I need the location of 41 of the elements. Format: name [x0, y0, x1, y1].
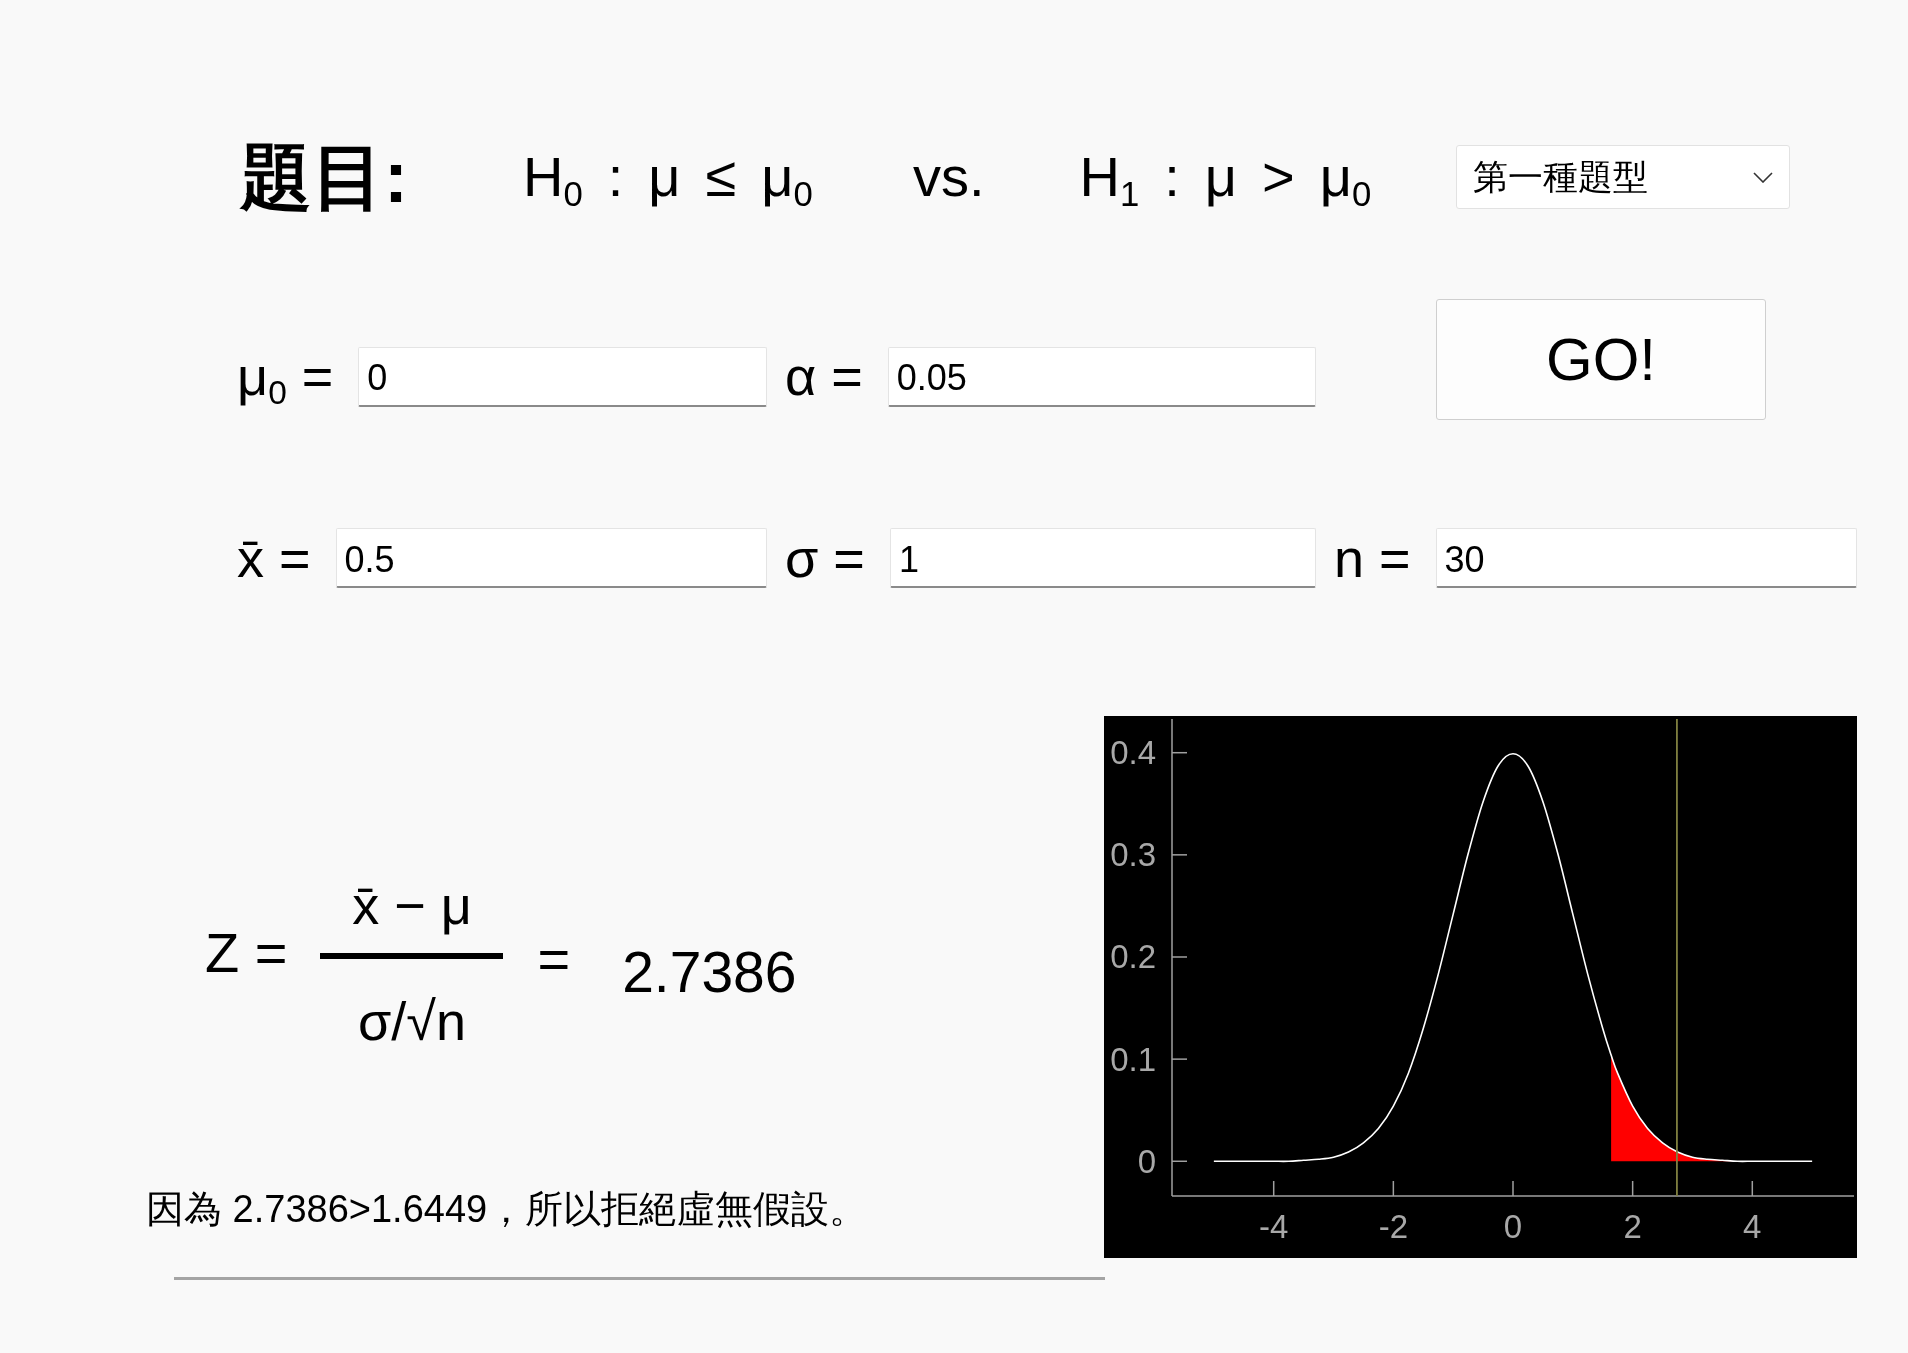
null-hypothesis-term: ≤ [705, 144, 737, 211]
z-value: 2.7386 [622, 938, 797, 1006]
x-tick-label: -4 [1259, 1207, 1289, 1245]
null-hypothesis-term: : [607, 144, 624, 211]
x-tick-label: 0 [1503, 1207, 1523, 1245]
alternative-hypothesis-term: H$_{1}$ [1079, 144, 1140, 211]
alternative-hypothesis-term: > [1262, 144, 1295, 211]
alternative-hypothesis-term: μ$_{0}$ [1319, 144, 1372, 211]
null-hypothesis-term: μ$_{0}$ [761, 144, 813, 211]
chevron-down-icon [1753, 171, 1774, 183]
input-field[interactable]: 0 [358, 346, 767, 407]
y-tick-label: 0.3 [1110, 836, 1156, 874]
question-type-select[interactable]: 第一種題型 [1456, 145, 1791, 209]
versus-text: vs. [912, 144, 985, 211]
null-hypothesis-term: μ [648, 144, 681, 211]
input-field[interactable]: 0.5 [335, 528, 767, 589]
parameter-label: x̄ = [237, 527, 311, 590]
input-field[interactable]: 0.05 [887, 346, 1316, 407]
x-tick-label: -2 [1378, 1207, 1408, 1245]
alternative-hypothesis-term: μ [1204, 144, 1238, 211]
conclusion-text: 因為 2.7386>1.6449，所以拒絕虛無假設。 [146, 1187, 868, 1233]
parameter-label: α = [785, 345, 863, 409]
y-tick-label: 0.4 [1110, 734, 1156, 771]
y-tick-label: 0 [1137, 1142, 1156, 1180]
parameter-label: σ = [785, 527, 865, 590]
equals-sign: = [537, 925, 571, 992]
x-tick-label: 2 [1623, 1207, 1642, 1245]
alternative-hypothesis-term: : [1164, 144, 1180, 211]
input-field[interactable]: 1 [889, 528, 1316, 589]
y-tick-label: 0.2 [1110, 938, 1156, 976]
x-tick-label: 4 [1743, 1207, 1762, 1245]
input-field[interactable]: 30 [1435, 528, 1857, 589]
parameter-label: n = [1334, 527, 1411, 590]
y-tick-label: 0.1 [1110, 1040, 1156, 1078]
formula-numerator: x̄ − μ [352, 873, 472, 937]
parameter-label: μ$_{0}$ = [237, 345, 334, 409]
go-button[interactable]: GO! [1436, 299, 1766, 420]
formula-lhs: Z = [205, 919, 288, 986]
null-hypothesis-term: H$_{0}$ [523, 144, 583, 211]
formula-denominator: σ/√n [357, 989, 466, 1053]
page-title: 題目: [240, 141, 408, 213]
